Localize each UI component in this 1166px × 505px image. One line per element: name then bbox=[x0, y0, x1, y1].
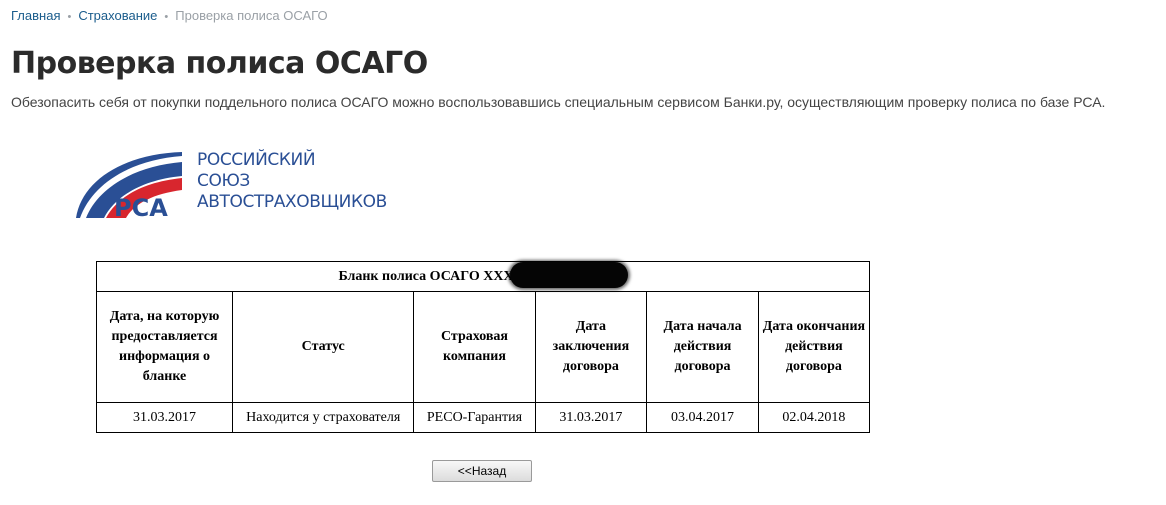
rsa-logo: РСА РОССИЙСКИЙ СОЮЗ АВТОСТРАХОВЩИКОВ bbox=[74, 150, 387, 222]
table-cell: Находится у страхователя bbox=[232, 402, 415, 433]
table-row: 31.03.2017 Находится у страхователя РЕСО… bbox=[95, 402, 871, 433]
column-header: Страховая компания bbox=[413, 291, 536, 403]
rsa-logo-text: РОССИЙСКИЙ СОЮЗ АВТОСТРАХОВЩИКОВ bbox=[197, 150, 387, 213]
redacted-policy-number bbox=[509, 261, 628, 288]
logo-line: АВТОСТРАХОВЩИКОВ bbox=[197, 192, 387, 212]
table-cell: 03.04.2017 bbox=[646, 402, 759, 433]
breadcrumb-home-link[interactable]: Главная bbox=[11, 8, 60, 23]
column-header: Дата, на которую предоставляется информа… bbox=[95, 291, 234, 403]
logo-line: РОССИЙСКИЙ bbox=[197, 150, 316, 170]
column-header: Статус bbox=[232, 291, 415, 403]
policy-table-caption: Бланк полиса ОСАГО XXX bbox=[96, 261, 870, 292]
policy-info-table: Бланк полиса ОСАГО XXX Дата, на которую … bbox=[95, 261, 871, 433]
rsa-emblem-icon: РСА bbox=[76, 152, 182, 222]
logo-line: СОЮЗ bbox=[197, 171, 250, 191]
back-button[interactable]: <<Назад bbox=[432, 460, 532, 482]
table-cell: 02.04.2018 bbox=[757, 402, 871, 433]
breadcrumb-separator: • bbox=[164, 11, 169, 23]
policy-caption-text: Бланк полиса ОСАГО XXX bbox=[338, 268, 514, 284]
table-cell: 31.03.2017 bbox=[95, 402, 234, 433]
page-subtitle: Обезопасить себя от покупки поддельного … bbox=[11, 94, 1106, 110]
breadcrumb-separator: • bbox=[67, 11, 72, 23]
table-cell: РЕСО-Гарантия bbox=[413, 402, 536, 433]
column-header: Дата окончания действия договора bbox=[757, 291, 871, 403]
breadcrumb: Главная • Страхование • Проверка полиса ОСАГ… bbox=[11, 8, 328, 23]
breadcrumb-insurance-link[interactable]: Страхование bbox=[78, 8, 157, 23]
breadcrumb-current: Проверка полиса ОСАГО bbox=[175, 8, 328, 23]
column-header: Дата начала действия договора bbox=[646, 291, 759, 403]
table-cell: 31.03.2017 bbox=[534, 402, 648, 433]
page-title: Проверка полиса ОСАГО bbox=[11, 46, 428, 81]
rsa-abbr-text: РСА bbox=[114, 194, 168, 222]
column-header: Дата заключения договора bbox=[534, 291, 648, 403]
